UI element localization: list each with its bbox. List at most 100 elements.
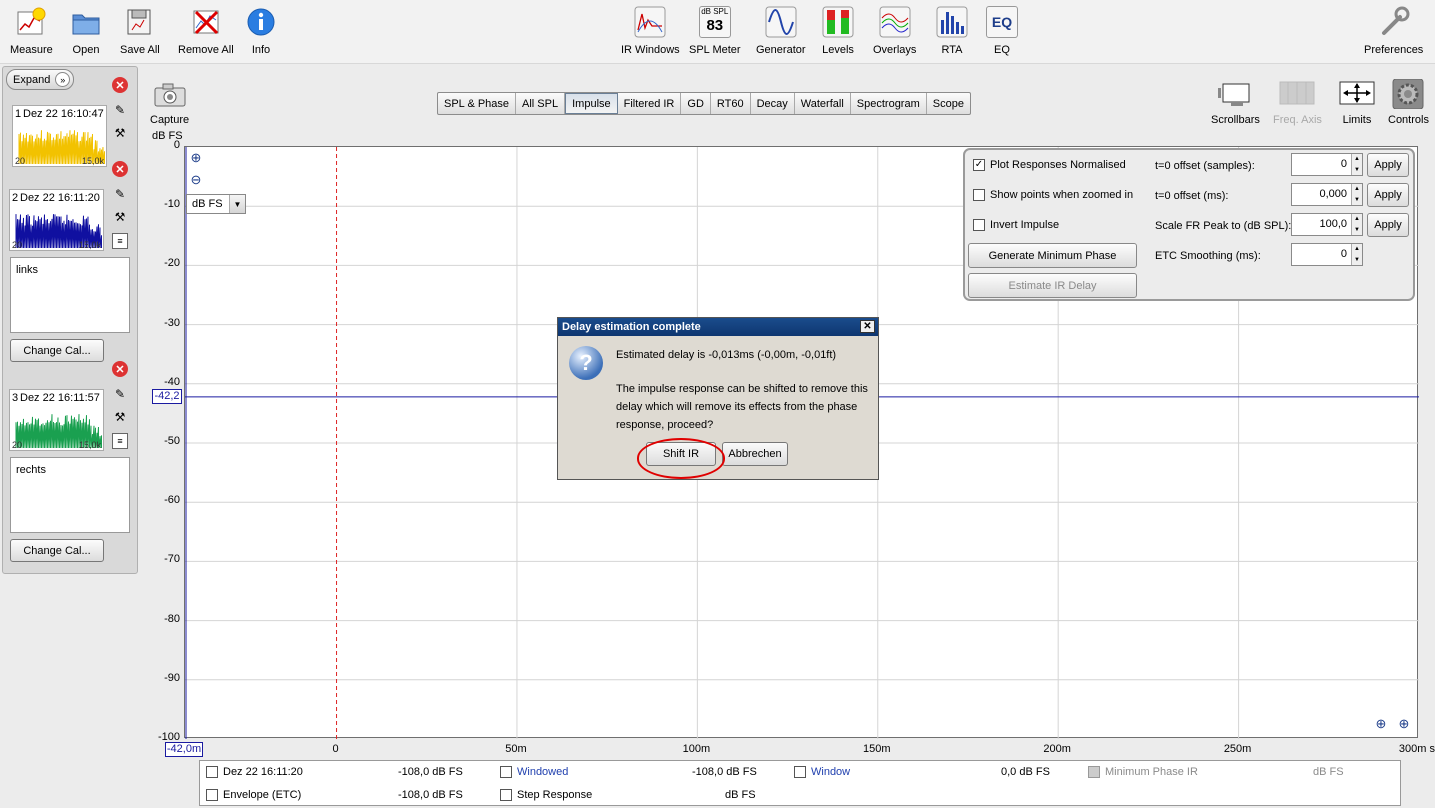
ir-windows-button[interactable]: IR Windows <box>621 6 680 56</box>
plot-normalised-checkbox[interactable]: ✓ Plot Responses Normalised <box>973 159 1126 171</box>
ir-windows-icon <box>634 6 666 38</box>
legend-item-window[interactable]: Window <box>794 766 850 778</box>
y-unit-value: dB FS <box>192 198 223 210</box>
legend-item-step-response[interactable]: Step Response <box>500 789 592 801</box>
spl-meter-value: 83 <box>706 17 724 34</box>
preferences-button[interactable]: Preferences <box>1364 6 1423 56</box>
spin-up-icon[interactable]: ▲ <box>1352 154 1362 165</box>
change-cal-button[interactable]: Change Cal... <box>10 339 104 362</box>
chevron-down-icon: ▼ <box>229 195 245 213</box>
spin-down-icon[interactable]: ▼ <box>1352 194 1362 205</box>
scale-fr-peak-spinner[interactable]: 100,0 ▲ ▼ <box>1291 213 1363 236</box>
spl-meter-button[interactable]: dB SPL 83 SPL Meter <box>689 6 741 56</box>
tab-all-spl[interactable]: All SPL <box>516 93 566 114</box>
measure-button[interactable]: Measure <box>10 6 53 56</box>
spin-down-icon[interactable]: ▼ <box>1352 164 1362 175</box>
remove-all-button[interactable]: Remove All <box>178 6 234 56</box>
zoom-in-icon[interactable]: ⊕ <box>188 150 204 166</box>
t0-samples-label: t=0 offset (samples): <box>1155 160 1255 172</box>
edit-info-icon[interactable]: ✎ <box>112 186 128 202</box>
overlays-button[interactable]: Overlays <box>873 6 916 56</box>
spl-meter-icon: dB SPL 83 <box>698 6 731 38</box>
expand-button[interactable]: Expand » <box>6 69 74 90</box>
limits-label: Limits <box>1342 114 1372 126</box>
spin-up-icon[interactable]: ▲ <box>1352 184 1362 195</box>
legend-label: Dez 22 16:11:20 <box>223 766 303 778</box>
legend-value: dB FS <box>725 789 756 801</box>
apply-t0-ms-button[interactable]: Apply <box>1367 183 1409 207</box>
wand-icon[interactable]: ⚒ <box>112 409 128 425</box>
tab-gd[interactable]: GD <box>681 93 711 114</box>
t0-ms-spinner[interactable]: 0,000 ▲ ▼ <box>1291 183 1363 206</box>
t0-ms-value: 0,000 <box>1319 188 1347 200</box>
generator-button[interactable]: Generator <box>756 6 806 56</box>
generate-minimum-phase-button[interactable]: Generate Minimum Phase <box>968 243 1137 268</box>
y-unit-select[interactable]: dB FS ▼ <box>186 194 246 214</box>
apply-t0-samples-button[interactable]: Apply <box>1367 153 1409 177</box>
capture-button[interactable]: Capture <box>150 82 189 126</box>
overlays-icon <box>879 6 911 38</box>
spin-down-icon[interactable]: ▼ <box>1352 224 1362 235</box>
measurement-notes[interactable]: rechts <box>10 457 130 533</box>
tab-filtered-ir[interactable]: Filtered IR <box>618 93 682 114</box>
tab-rt60[interactable]: RT60 <box>711 93 751 114</box>
spin-up-icon[interactable]: ▲ <box>1352 214 1362 225</box>
measurement-timestamp: Dez 22 16:11:57 <box>20 392 100 404</box>
remove-measurement-2-icon[interactable]: ✕ <box>112 161 128 177</box>
dialog-title-bar: Delay estimation complete ✕ <box>558 318 878 336</box>
legend-item-envelope[interactable]: Envelope (ETC) <box>206 789 301 801</box>
apply-scale-button[interactable]: Apply <box>1367 213 1409 237</box>
etc-smoothing-spinner[interactable]: 0 ▲ ▼ <box>1291 243 1363 266</box>
levels-button[interactable]: Levels <box>822 6 854 56</box>
show-points-checkbox[interactable]: Show points when zoomed in <box>973 189 1133 201</box>
cancel-button[interactable]: Abbrechen <box>722 442 788 466</box>
zoom-out-icon[interactable]: ⊖ <box>188 172 204 188</box>
legend-item-measurement[interactable]: Dez 22 16:11:20 <box>206 766 303 778</box>
remove-measurement-3-icon[interactable]: ✕ <box>112 361 128 377</box>
graph-tabs: SPL & Phase All SPL Impulse Filtered IR … <box>437 92 971 115</box>
tab-scope[interactable]: Scope <box>927 93 970 114</box>
y-tick-label: -50 <box>164 435 180 447</box>
zoom-y-icon[interactable]: ⊕ <box>1373 716 1389 732</box>
impulse-controls-panel: ✓ Plot Responses Normalised Show points … <box>963 148 1415 301</box>
rta-button[interactable]: RTA <box>936 6 968 56</box>
wand-icon[interactable]: ⚒ <box>112 125 128 141</box>
eq-button[interactable]: EQ EQ <box>986 6 1018 56</box>
checkbox-icon <box>500 766 512 778</box>
spin-up-icon[interactable]: ▲ <box>1352 244 1362 255</box>
measurement-thumbnail[interactable]: 3 Dez 22 16:11:57 20 15,0k <box>9 389 104 451</box>
measurement-thumbnail[interactable]: 2 Dez 22 16:11:20 20 15,0k <box>9 189 104 251</box>
tab-spl-phase[interactable]: SPL & Phase <box>438 93 517 114</box>
invert-impulse-checkbox[interactable]: Invert Impulse <box>973 219 1059 231</box>
notes-icon[interactable]: ≡ <box>112 433 128 449</box>
measurement-notes[interactable]: links <box>10 257 130 333</box>
zoom-x-icon[interactable]: ⊕ <box>1396 716 1412 732</box>
tab-impulse[interactable]: Impulse <box>565 93 618 114</box>
notes-icon[interactable]: ≡ <box>112 233 128 249</box>
limits-button[interactable]: Limits <box>1339 80 1375 126</box>
legend-label: Step Response <box>517 789 593 801</box>
y-tick-label: -80 <box>164 612 180 625</box>
change-cal-button[interactable]: Change Cal... <box>10 539 104 562</box>
info-button[interactable]: Info <box>245 6 277 56</box>
save-all-button[interactable]: Save All <box>120 6 160 56</box>
t0-samples-spinner[interactable]: 0 ▲ ▼ <box>1291 153 1363 176</box>
tab-waterfall[interactable]: Waterfall <box>795 93 851 114</box>
open-button[interactable]: Open <box>70 6 102 56</box>
edit-info-icon[interactable]: ✎ <box>112 386 128 402</box>
main-toolbar: Measure Open Save All Remove All Info IR… <box>0 0 1435 64</box>
scale-fr-peak-label: Scale FR Peak to (dB SPL): <box>1155 220 1292 232</box>
scrollbars-button[interactable]: Scrollbars <box>1211 80 1260 126</box>
etc-smoothing-value: 0 <box>1340 248 1347 260</box>
tab-decay[interactable]: Decay <box>751 93 795 114</box>
edit-info-icon[interactable]: ✎ <box>112 102 128 118</box>
measurement-thumbnail[interactable]: 1 Dez 22 16:10:47 20 15,0k <box>12 105 107 167</box>
remove-measurement-1-icon[interactable]: ✕ <box>112 77 128 93</box>
spin-down-icon[interactable]: ▼ <box>1352 254 1362 265</box>
legend-item-windowed[interactable]: Windowed <box>500 766 568 778</box>
wand-icon[interactable]: ⚒ <box>112 209 128 225</box>
controls-button[interactable]: Controls <box>1388 79 1429 126</box>
checkbox-checked-icon: ✓ <box>973 159 985 171</box>
tab-spectrogram[interactable]: Spectrogram <box>851 93 927 114</box>
close-icon[interactable]: ✕ <box>860 320 875 333</box>
